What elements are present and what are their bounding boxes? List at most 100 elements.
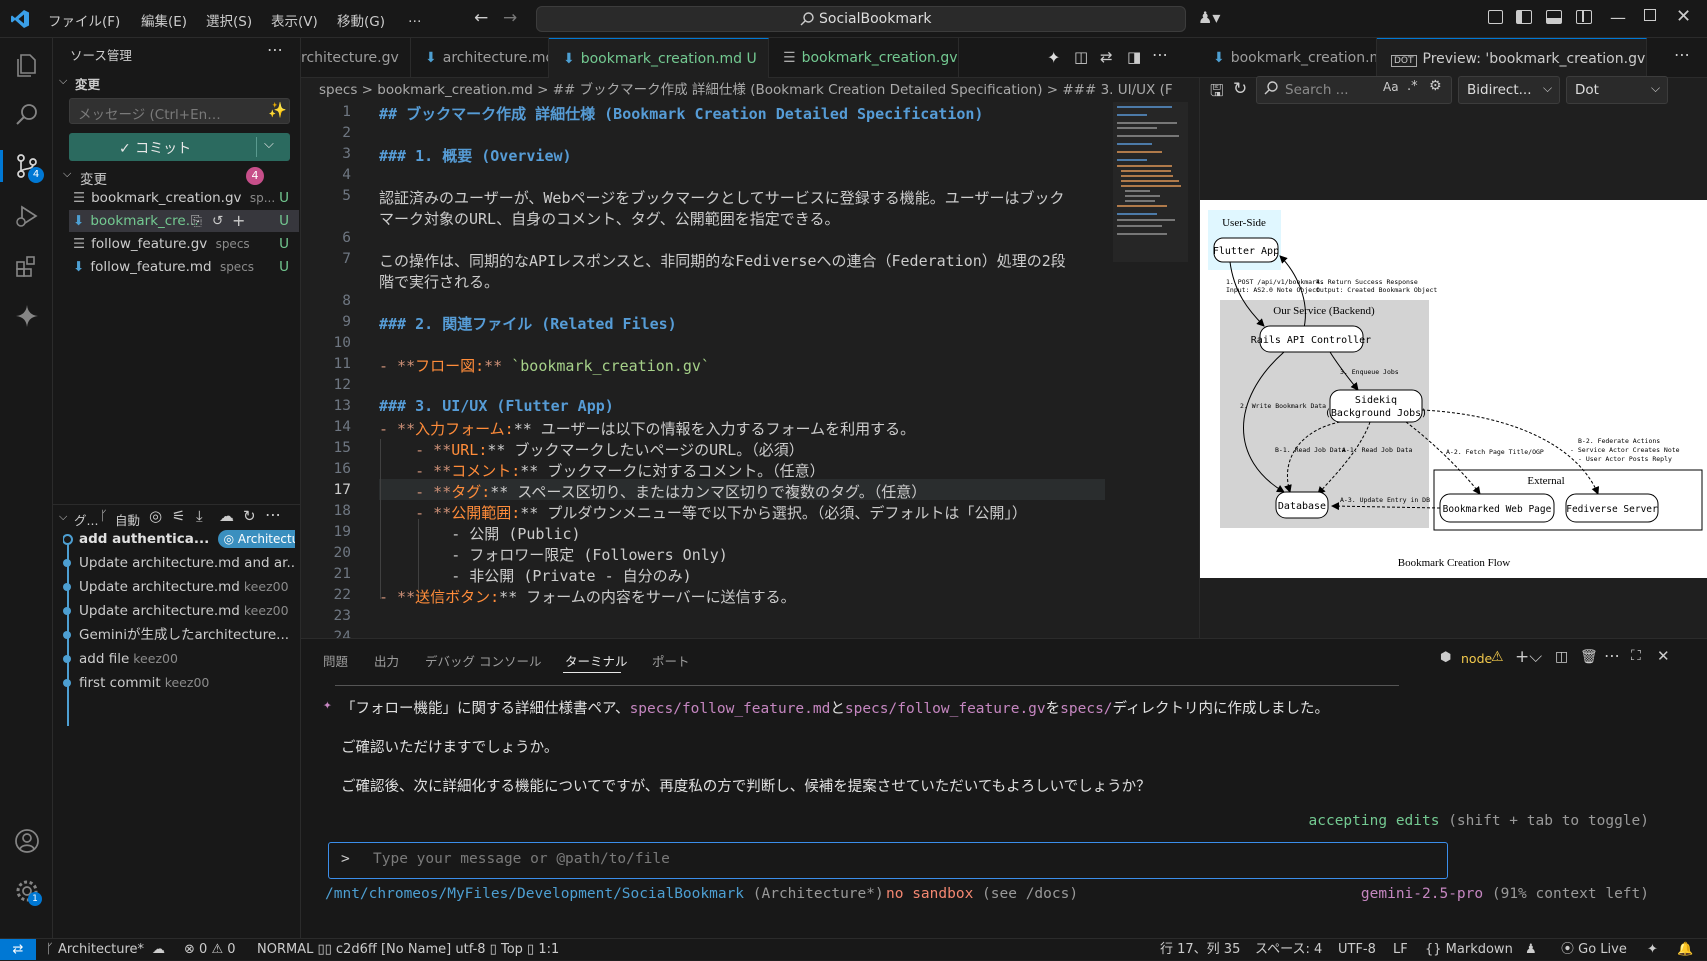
gemini-message-input[interactable]: > Type your message or @path/to/file	[328, 842, 1448, 879]
panel-tab-problems[interactable]: 問題	[323, 651, 348, 670]
file-item[interactable]: ☰ bookmark_creation.gv sp... U	[73, 187, 299, 209]
panel-tab-output[interactable]: 出力	[374, 651, 399, 670]
preview-search-input[interactable]: Search ... Aa .* ⚙	[1256, 76, 1452, 104]
path-link[interactable]: specs/	[1060, 701, 1112, 717]
graph-item[interactable]: Update architecture.md keez00	[63, 600, 295, 622]
graph-auto-label[interactable]: 自動	[115, 510, 140, 529]
settings-gear-icon[interactable]: 1	[12, 876, 42, 906]
breadcrumb[interactable]: specs > bookmark_creation.md > ## ブックマーク…	[301, 78, 1199, 102]
regex-icon[interactable]: .*	[1407, 79, 1418, 94]
command-center[interactable]: SocialBookmark	[536, 6, 1186, 32]
sidebar-more-icon[interactable]: ⋯	[267, 40, 283, 59]
remote-indicator-icon[interactable]: ⇄	[0, 939, 36, 960]
open-preview-icon[interactable]: ◫	[1074, 48, 1088, 66]
graph-item[interactable]: Geminiが生成したarchitecture...	[63, 624, 295, 646]
tab-architecture-md[interactable]: ⬇ architecture.md	[411, 38, 549, 78]
menu-more[interactable]: …	[408, 10, 422, 26]
graph-item[interactable]: Update architecture.md and ar...	[63, 552, 295, 574]
tab-bookmark-creation-md-2[interactable]: ⬇ bookmark_creation.md	[1199, 38, 1377, 78]
run-debug-icon[interactable]	[12, 201, 42, 231]
explorer-icon[interactable]	[12, 50, 42, 80]
new-terminal-icon[interactable]: +⌵	[1515, 647, 1542, 667]
pull-icon[interactable]: ⤓	[196, 507, 203, 525]
menu-view[interactable]: 表示(V)	[271, 10, 318, 30]
search-view-icon[interactable]	[12, 100, 42, 130]
chevron-down-icon[interactable]: ⌵	[59, 74, 67, 88]
graph-more-icon[interactable]: ⋯	[265, 505, 281, 524]
close-panel-icon[interactable]: ✕	[1657, 647, 1670, 665]
refresh-icon[interactable]: ↻	[243, 507, 256, 525]
language-mode[interactable]: {} Markdown	[1425, 939, 1513, 961]
graph-item[interactable]: add file keez00	[63, 648, 295, 670]
minimize-icon[interactable]: —	[1610, 8, 1626, 27]
save-icon[interactable]: 🖫	[1210, 80, 1224, 107]
close-window-icon[interactable]: ✕	[1676, 6, 1691, 27]
open-file-icon[interactable]: ⎘	[191, 210, 202, 232]
extensions-icon[interactable]	[12, 251, 42, 281]
graph-item[interactable]: Update architecture.md keez00	[63, 576, 295, 598]
problems-status[interactable]: ⊗ 0 ⚠ 0	[184, 939, 236, 961]
terminal-name[interactable]: node	[1461, 651, 1492, 666]
panel-tab-terminal[interactable]: ターミナル	[565, 651, 628, 670]
panel-more-icon[interactable]: ⋯	[1604, 646, 1620, 665]
minimap[interactable]	[1113, 102, 1188, 262]
fetch-icon[interactable]: ⚟	[172, 507, 185, 525]
menu-go[interactable]: 移動(G)	[337, 10, 385, 30]
engine-select[interactable]: Dot ⌵	[1566, 76, 1668, 104]
split-editor-icon[interactable]: ◨	[1127, 48, 1141, 66]
eol-status[interactable]: LF	[1393, 939, 1408, 961]
tab-bookmark-creation-md[interactable]: ⬇bookmark_creation.md U✕	[549, 38, 769, 78]
copilot-status-icon[interactable]: ♟	[1525, 939, 1537, 961]
customize-layout-icon[interactable]	[1488, 10, 1503, 24]
preview-more-icon[interactable]: ⋯	[1674, 45, 1690, 64]
tab-bookmark-creation-gv[interactable]: ☰bookmark_creation.gv U	[769, 38, 959, 78]
panel-tab-ports[interactable]: ポート	[652, 651, 690, 670]
file-item[interactable]: ☰ follow_feature.gv specs U	[73, 233, 299, 255]
target-icon[interactable]: ◎	[149, 507, 162, 525]
encoding-status[interactable]: UTF-8	[1338, 939, 1376, 961]
trash-icon[interactable]: 🗑	[1580, 649, 1598, 665]
commit-message-input[interactable]: メッセージ (Ctrl+En… ✨	[69, 98, 290, 124]
compare-changes-icon[interactable]: ⇄	[1100, 48, 1113, 66]
toggle-sidebar-icon[interactable]	[1516, 10, 1532, 24]
filter-options-icon[interactable]: ⚙	[1429, 78, 1442, 94]
tab-architecture-gv[interactable]: rchitecture.gv	[301, 38, 411, 78]
account-icon[interactable]	[12, 826, 42, 856]
gemini-sparkle-action-icon[interactable]: ✦	[1047, 48, 1060, 67]
file-item[interactable]: ⬇ follow_feature.md specs U	[73, 256, 299, 278]
path-link[interactable]: specs/follow_feature.gv	[845, 701, 1046, 717]
cursor-position[interactable]: 行 17、列 35	[1160, 939, 1240, 961]
copilot-icon[interactable]: ♟▾	[1198, 8, 1220, 27]
back-arrow-icon[interactable]: ←	[474, 8, 488, 28]
menu-edit[interactable]: 編集(E)	[141, 10, 187, 30]
gemini-sparkle-icon[interactable]	[12, 301, 42, 331]
tab-preview-gv[interactable]: DOTPreview: 'bookmark_creation.gv'✕	[1377, 38, 1647, 78]
menu-file[interactable]: ファイル(F)	[48, 10, 120, 30]
graph-chevron-icon[interactable]: ⌵	[59, 510, 67, 524]
stage-changes-icon[interactable]: +	[232, 210, 245, 232]
indent-status[interactable]: スペース: 4	[1255, 939, 1322, 961]
commit-button[interactable]: ✓ コミット ⌵	[69, 133, 290, 161]
panel-tab-debug-console[interactable]: デバッグ コンソール	[425, 651, 541, 670]
restore-icon[interactable]	[1644, 9, 1656, 21]
go-live-button[interactable]: ⦿ Go Live	[1561, 939, 1627, 961]
notifications-bell-icon[interactable]: 🔔	[1677, 939, 1693, 961]
branch-status[interactable]: ᚴ Architecture* ☁	[46, 939, 165, 961]
source-control-icon[interactable]: 4	[12, 151, 44, 183]
direction-select[interactable]: Bidirect... ⌵	[1458, 76, 1560, 104]
match-case-icon[interactable]: Aa	[1383, 80, 1399, 94]
gemini-status-icon[interactable]: ✦	[1647, 939, 1658, 961]
refresh-preview-icon[interactable]: ↻	[1233, 79, 1247, 99]
code-editor[interactable]: 1 2 3 4 5 6 7 8 9 10 11 12 13 14 15 16 1…	[301, 102, 1199, 638]
sparkle-generate-icon[interactable]: ✨	[268, 101, 287, 119]
toggle-panel-icon[interactable]	[1546, 10, 1562, 24]
path-link[interactable]: specs/follow_feature.md	[630, 701, 831, 717]
maximize-panel-icon[interactable]: ⛶	[1631, 648, 1641, 664]
menu-selection[interactable]: 選択(S)	[206, 10, 252, 30]
toggle-secondary-sidebar-icon[interactable]	[1576, 10, 1592, 24]
forward-arrow-icon[interactable]: →	[503, 8, 517, 28]
graph-item[interactable]: first commit keez00	[63, 672, 295, 694]
graph-item[interactable]: add authentica... ◎ Architecture	[63, 528, 295, 550]
push-cloud-icon[interactable]: ☁	[219, 507, 234, 525]
split-terminal-icon[interactable]: ◫	[1555, 649, 1568, 665]
